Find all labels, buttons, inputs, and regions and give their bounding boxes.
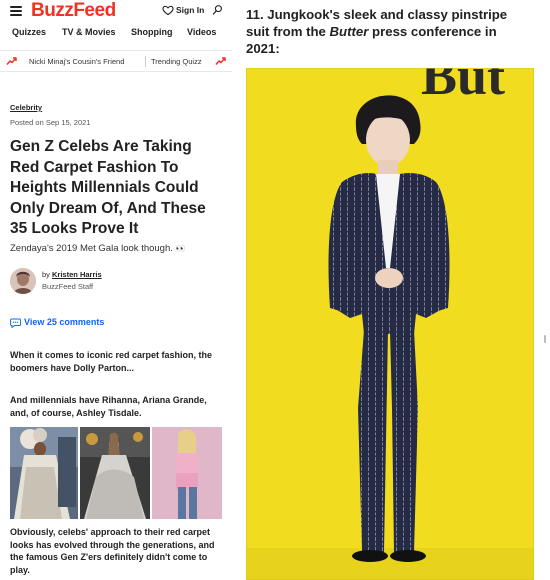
nav-item-videos[interactable]: Videos	[187, 27, 216, 37]
hamburger-menu-icon[interactable]	[10, 6, 22, 16]
article-paragraph: Obviously, celebs' approach to their red…	[10, 527, 215, 576]
author-role: BuzzFeed Staff	[42, 282, 94, 291]
nav-item-quizzes[interactable]: Quizzes	[12, 27, 46, 37]
article-paragraph: And millennials have Rihanna, Ariana Gra…	[10, 395, 207, 418]
trending-arrow-icon	[6, 57, 17, 65]
article-headline: Gen Z Celebs Are Taking Red Carpet Fashi…	[10, 138, 206, 237]
post-date: Posted on Sep 15, 2021	[10, 118, 91, 127]
trending-item[interactable]: Trending Quizz	[151, 57, 202, 66]
heart-icon[interactable]	[162, 4, 174, 16]
buzzfeed-logo[interactable]: BuzzFeed	[31, 0, 116, 22]
trending-item[interactable]: Nicki Minaj's Cousin's Friend	[29, 57, 124, 66]
byline: by Kristen Harris	[42, 270, 102, 279]
trending-bar: Nicki Minaj's Cousin's Friend Trending Q…	[0, 50, 232, 72]
top-bar: BuzzFeed Sign In	[0, 0, 232, 22]
view-comments-label: View 25 comments	[24, 317, 105, 327]
nav-item-shopping[interactable]: Shopping	[131, 27, 173, 37]
rihanna-photo	[10, 427, 78, 519]
sign-in-link[interactable]: Sign In	[176, 5, 204, 15]
article-paragraph: When it comes to iconic red carpet fashi…	[10, 350, 213, 373]
jungkook-suit-photo: But	[246, 68, 534, 580]
eyes-emoji: 👀	[175, 244, 186, 253]
buzzfeed-mobile-page: BuzzFeed Sign In Quizzes TV & Movies Sho…	[0, 0, 232, 580]
subhead-text: Zendaya's 2019 Met Gala look though.	[10, 243, 173, 254]
byline-prefix: by	[42, 270, 50, 279]
item-caption: 11. Jungkook's sleek and classy pinstrip…	[246, 6, 531, 57]
ashley-tisdale-photo	[152, 427, 222, 519]
nav-item-tv-movies[interactable]: TV & Movies	[62, 27, 116, 37]
backdrop-logo-text: But	[421, 68, 505, 106]
trending-arrow-icon	[215, 57, 226, 65]
scroll-indicator[interactable]	[544, 335, 546, 343]
author-avatar[interactable]	[10, 268, 36, 294]
author-link[interactable]: Kristen Harris	[52, 270, 102, 279]
listicle-item-panel: 11. Jungkook's sleek and classy pinstrip…	[240, 0, 550, 580]
category-link[interactable]: Celebrity	[10, 103, 42, 112]
category-nav: Quizzes TV & Movies Shopping Videos	[0, 27, 232, 43]
search-icon[interactable]	[212, 4, 223, 16]
ariana-grande-photo	[80, 427, 150, 519]
article-subhead: Zendaya's 2019 Met Gala look though. 👀	[10, 243, 225, 254]
celebrity-photo-collage	[10, 427, 222, 519]
comment-bubble-icon	[10, 318, 21, 328]
trending-divider	[145, 56, 146, 67]
caption-italic: Butter	[329, 24, 369, 39]
